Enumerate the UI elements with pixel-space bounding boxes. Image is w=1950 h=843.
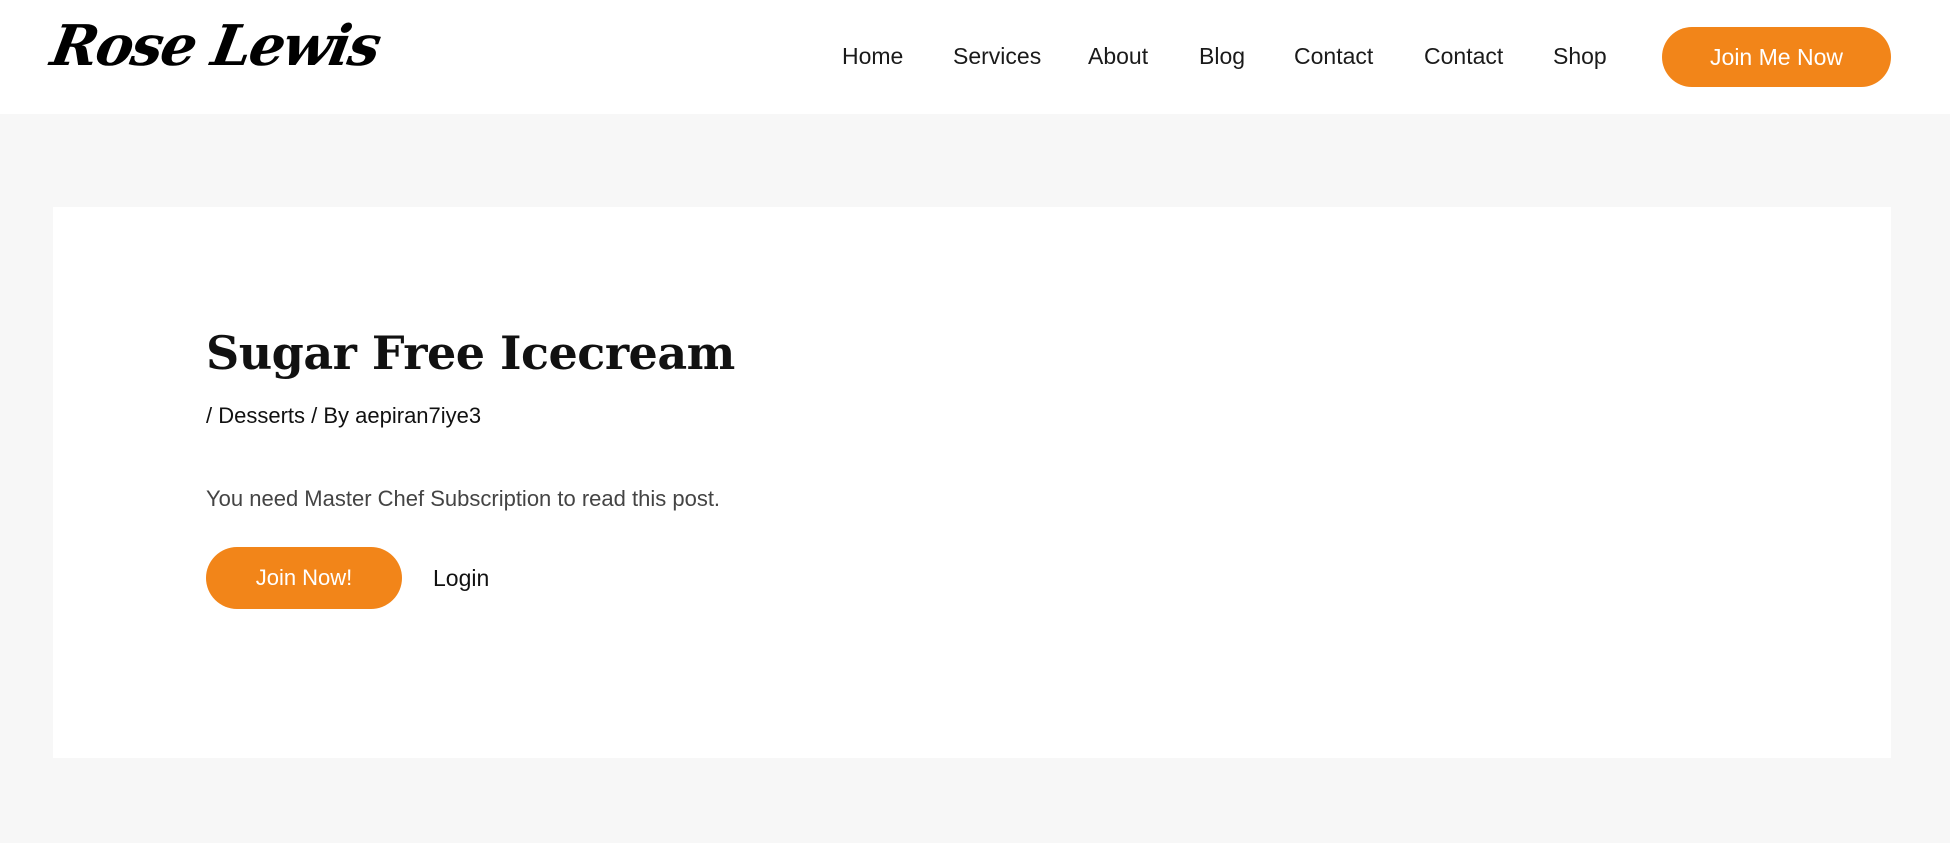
site-header: Rose Lewis Home Services About Blog Cont…: [0, 0, 1950, 114]
nav-item-contact-2[interactable]: Contact: [1424, 43, 1503, 70]
nav-item-blog[interactable]: Blog: [1199, 43, 1245, 70]
nav-item-contact[interactable]: Contact: [1294, 43, 1373, 70]
join-now-button[interactable]: Join Now!: [206, 547, 402, 609]
join-me-now-button[interactable]: Join Me Now: [1662, 27, 1891, 87]
post-title: Sugar Free Icecream: [206, 326, 735, 380]
post-panel: [53, 207, 1891, 758]
subscription-notice: You need Master Chef Subscription to rea…: [206, 486, 721, 511]
meta-prefix: /: [206, 403, 219, 428]
nav-item-services[interactable]: Services: [953, 43, 1041, 70]
meta-by: / By: [305, 403, 356, 428]
nav-item-home[interactable]: Home: [842, 43, 903, 70]
nav-item-shop[interactable]: Shop: [1553, 43, 1607, 70]
post-meta: / Desserts / By aepiran7iye3: [206, 403, 481, 429]
login-link[interactable]: Login: [433, 565, 489, 592]
category-link[interactable]: Desserts: [218, 403, 305, 428]
author-link[interactable]: aepiran7iye3: [355, 403, 481, 428]
site-logo[interactable]: Rose Lewis: [46, 13, 384, 79]
nav-item-about[interactable]: About: [1088, 43, 1148, 70]
